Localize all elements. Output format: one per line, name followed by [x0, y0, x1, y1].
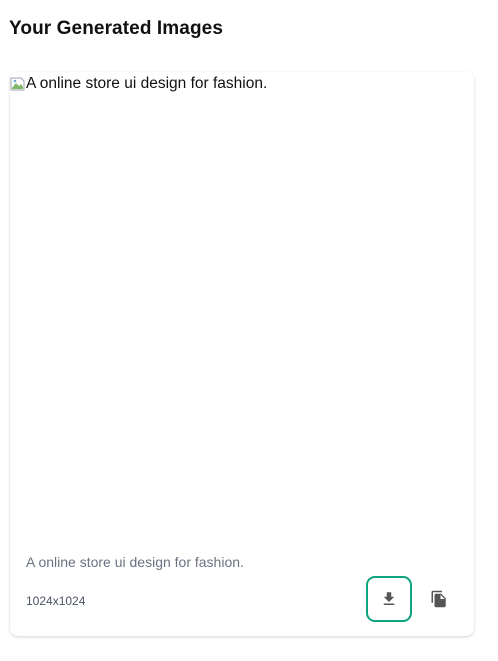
generated-image-card: A online store ui design for fashion. A …	[10, 72, 474, 636]
image-alt-text: A online store ui design for fashion.	[26, 75, 268, 92]
broken-image-icon	[10, 76, 26, 92]
broken-image-placeholder: A online store ui design for fashion.	[10, 75, 267, 93]
image-caption: A online store ui design for fashion.	[26, 554, 244, 570]
image-size-label: 1024x1024	[26, 594, 86, 608]
copy-icon	[430, 590, 448, 608]
download-button[interactable]	[366, 576, 412, 622]
page-title: Your Generated Images	[9, 18, 223, 39]
generated-image[interactable]: A online store ui design for fashion.	[10, 72, 474, 544]
page: Your Generated Images A online store ui …	[0, 0, 498, 661]
copy-button[interactable]	[424, 584, 454, 614]
download-icon	[380, 590, 398, 608]
